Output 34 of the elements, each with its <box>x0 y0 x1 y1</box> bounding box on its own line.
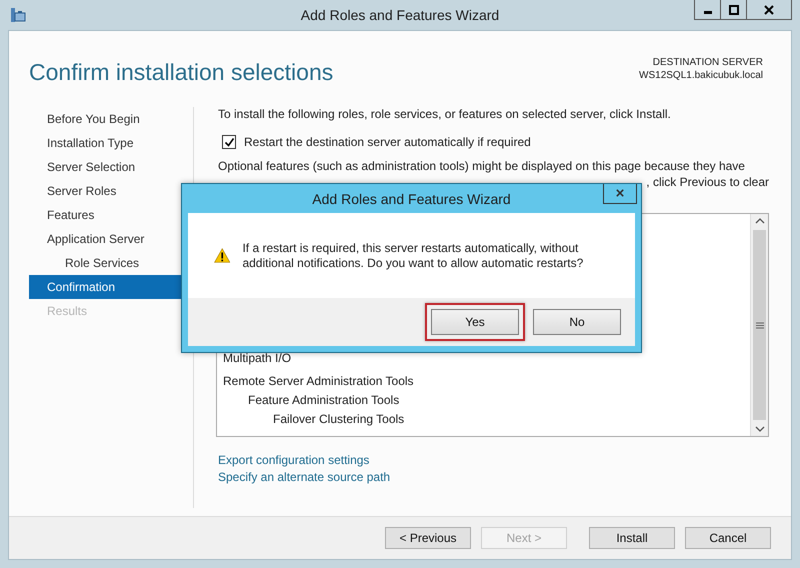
close-icon <box>764 4 774 14</box>
nav-item[interactable]: Before You Begin <box>29 107 193 131</box>
restart-checkbox[interactable] <box>222 135 236 149</box>
dialog-button[interactable]: Yes <box>431 309 519 335</box>
nav-item[interactable]: Installation Type <box>29 131 193 155</box>
nav-item[interactable]: Server Selection <box>29 155 193 179</box>
minimize-button[interactable] <box>694 0 721 20</box>
wizard-button[interactable]: Cancel <box>685 527 771 549</box>
dialog-close-button[interactable]: × <box>603 184 637 204</box>
dialog-button[interactable]: No <box>533 309 621 335</box>
feature-item: Multipath I/O <box>223 351 292 365</box>
restart-label: Restart the destination server automatically if required <box>244 135 531 149</box>
wizard-button[interactable]: < Previous <box>385 527 471 549</box>
app-icon <box>10 7 26 23</box>
note-text: Optional features (such as administration tools) might be displayed on this page because they have <box>218 159 746 173</box>
minimize-icon <box>704 10 712 14</box>
destination-server: WS12SQL1.bakicubuk.local <box>639 70 763 81</box>
feature-item: Remote Server Administration Tools <box>223 374 414 388</box>
destination-label: DESTINATION SERVER <box>652 57 763 68</box>
note-text: , click Previous to clear <box>646 175 769 189</box>
instruction-text: To install the following roles, role services, or features on selected server, click Install. <box>218 107 672 121</box>
grip-icon <box>756 322 764 328</box>
dialog-message: If a restart is required, this server restarts automatically, without additional notifications. Do you want to allow automatic restarts? <box>242 240 584 270</box>
feature-item: Feature Administration Tools <box>248 393 400 407</box>
close-button[interactable] <box>746 0 792 20</box>
link[interactable]: Specify an alternate source path <box>218 470 390 484</box>
wizard-button[interactable]: Install <box>589 527 675 549</box>
link[interactable]: Export configuration settings <box>218 453 370 467</box>
maximize-icon <box>728 4 738 14</box>
feature-item: Failover Clustering Tools <box>273 412 404 426</box>
scrollbar[interactable] <box>750 214 768 436</box>
window-title: Add Roles and Features Wizard <box>300 7 500 23</box>
page-title: Confirm installation selections <box>29 59 334 87</box>
dialog-title: Add Roles and Features Wizard <box>312 190 511 206</box>
